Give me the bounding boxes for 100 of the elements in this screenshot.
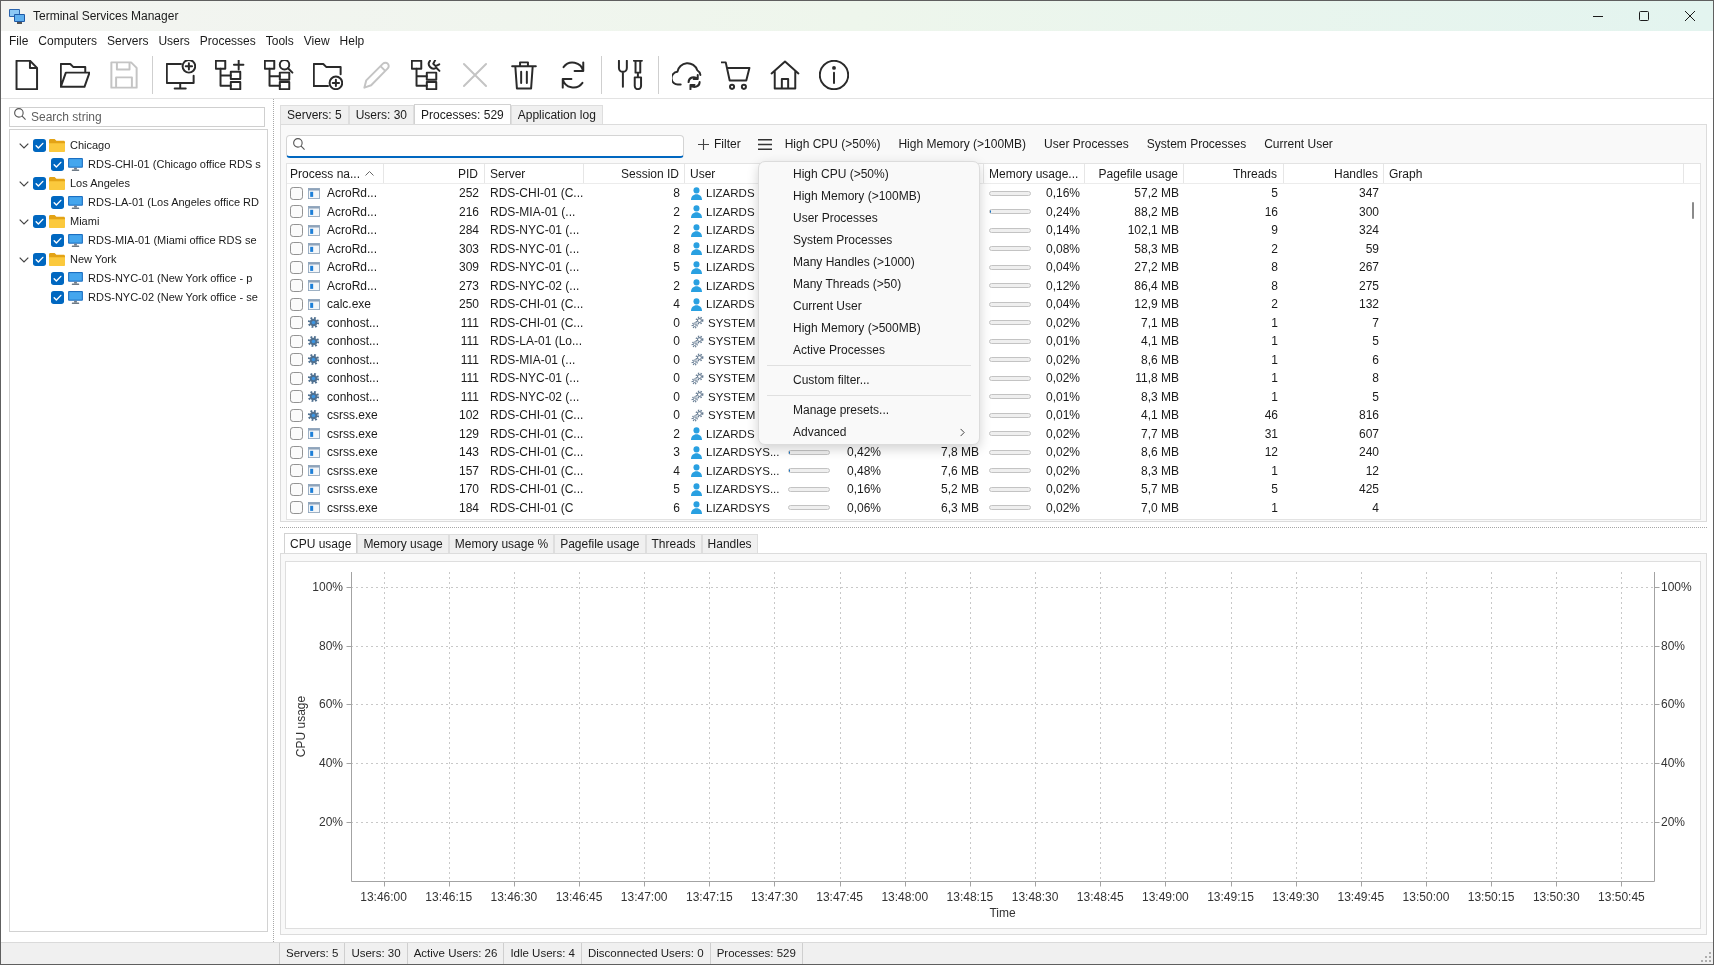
row-checkbox[interactable] [290,242,303,256]
menu-item[interactable]: High CPU (>50%) [759,163,979,185]
table-cell-text: RDS-CHI-01 (C... [490,296,584,314]
row-checkbox[interactable] [290,501,303,515]
table-cell-text: conhost... [327,351,380,369]
column-header[interactable]: Pagefile usage [1098,164,1178,183]
tree-item[interactable]: Los Angeles [70,174,130,193]
checkbox-checked[interactable] [51,291,64,304]
row-checkbox[interactable] [290,186,303,200]
resize-grip-icon[interactable] [1701,952,1711,962]
row-checkbox[interactable] [290,482,303,496]
row-checkbox[interactable] [290,427,303,441]
tab[interactable]: Memory usage % [448,534,555,553]
chevron-down-icon[interactable] [19,256,29,263]
tab[interactable]: CPU usage [284,533,358,553]
tree-item[interactable]: Chicago [70,136,111,155]
x-axis-label: 13:46:00 [360,890,407,904]
menu-item[interactable]: Users [153,32,195,51]
tab[interactable]: Pagefile usage [554,534,646,553]
preset-button[interactable]: High CPU (>50%) [775,132,890,156]
tree-item[interactable]: RDS-LA-01 (Los Angeles office RD [88,193,259,212]
person-icon [691,223,702,237]
x-axis-label: 13:49:00 [1142,890,1189,904]
preset-button[interactable]: User Processes [1035,132,1138,156]
column-header[interactable]: Process na... [290,164,361,183]
column-header[interactable]: Memory usage... [989,164,1079,183]
filter-button[interactable]: Filter [694,132,745,156]
row-checkbox[interactable] [290,390,303,404]
row-checkbox[interactable] [290,334,303,348]
table-cell-text: LIZARDSYS... [706,463,780,479]
preset-button[interactable]: High Memory (>100MB) [889,132,1036,156]
tree-item[interactable]: RDS-CHI-01 (Chicago office RDS s [88,155,261,174]
checkbox-checked[interactable] [33,215,46,228]
checkbox-checked[interactable] [51,158,64,171]
menu-item[interactable]: Help [334,32,370,51]
checkbox-checked[interactable] [33,253,46,266]
row-checkbox[interactable] [290,279,303,293]
scrollbar-thumb[interactable] [1692,202,1694,219]
checkbox-checked[interactable] [33,177,46,190]
row-checkbox[interactable] [290,260,303,274]
checkbox-checked[interactable] [51,196,64,209]
row-checkbox[interactable] [290,445,303,459]
menu-item[interactable]: Processes [194,32,261,51]
column-header[interactable]: User [690,164,716,183]
tree-search-icon [263,60,294,90]
column-header[interactable]: Threads [1232,164,1277,183]
menu-item[interactable]: User Processes [759,207,979,229]
column-header[interactable]: Graph [1389,164,1423,183]
column-header[interactable]: Server [490,164,526,183]
tab[interactable]: Processes: 529 [414,104,511,124]
column-header[interactable]: PID [458,164,478,183]
menu-item[interactable]: High Memory (>500MB) [759,317,979,339]
row-checkbox[interactable] [290,353,303,367]
menu-item[interactable]: Custom filter... [759,369,979,391]
row-checkbox[interactable] [290,408,303,422]
menu-item[interactable]: View [298,32,335,51]
filter-search-field[interactable] [286,134,684,158]
tree-item[interactable]: Miami [70,212,100,231]
menu-item[interactable]: Many Threads (>50) [759,273,979,295]
tree-item[interactable]: New York [70,250,117,269]
tab[interactable]: Application log [510,105,603,124]
tab[interactable]: Servers: 5 [280,105,349,124]
tab[interactable]: Memory usage [357,534,449,553]
menu-item[interactable]: Computers [33,32,103,51]
menu-item[interactable]: Servers [102,32,154,51]
plus-icon [698,138,709,150]
search-field[interactable]: Search string [9,107,265,127]
tree-item[interactable]: RDS-MIA-01 (Miami office RDS se [88,231,257,250]
submenu-item[interactable]: Advanced [759,421,979,443]
chevron-down-icon[interactable] [19,180,29,187]
row-checkbox[interactable] [290,205,303,219]
column-header[interactable]: Session ID [620,164,679,183]
preset-button[interactable]: Current User [1255,132,1342,156]
tab[interactable]: Users: 30 [348,105,415,124]
menu-item[interactable]: High Memory (>100MB) [759,185,979,207]
column-header[interactable]: Handles [1333,164,1378,183]
row-checkbox[interactable] [290,223,303,237]
menu-item[interactable]: Current User [759,295,979,317]
row-checkbox[interactable] [290,316,303,330]
checkbox-checked[interactable] [33,139,46,152]
row-checkbox[interactable] [290,464,303,478]
table-cell-text: 8 [673,185,680,203]
row-checkbox[interactable] [290,371,303,385]
preset-button[interactable]: System Processes [1137,132,1256,156]
menu-item[interactable]: File [4,32,34,51]
menu-item[interactable]: Manage presets... [759,399,979,421]
chevron-down-icon[interactable] [19,142,29,149]
menu-item[interactable]: System Processes [759,229,979,251]
menu-item[interactable]: Many Handles (>1000) [759,251,979,273]
checkbox-checked[interactable] [51,234,64,247]
tree-item[interactable]: RDS-NYC-02 (New York office - se [88,288,258,307]
table-cell-text: 0 [673,388,680,406]
chevron-down-icon[interactable] [19,218,29,225]
tab[interactable]: Threads [645,534,702,553]
tab[interactable]: Handles [701,534,758,553]
row-checkbox[interactable] [290,297,303,311]
menu-item[interactable]: Tools [260,32,299,51]
menu-item[interactable]: Active Processes [759,339,979,361]
checkbox-checked[interactable] [51,272,64,285]
tree-item[interactable]: RDS-NYC-01 (New York office - p [88,269,253,288]
